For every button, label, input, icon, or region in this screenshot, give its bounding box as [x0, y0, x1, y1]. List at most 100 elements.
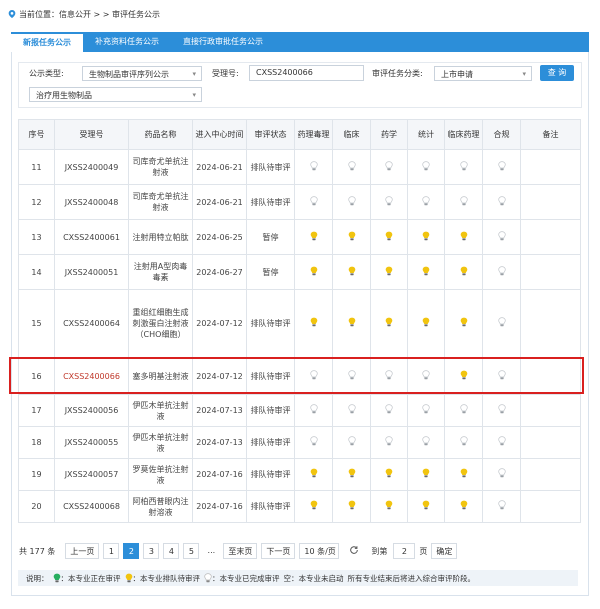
- drug-name-cell: 塞多明基注射液: [128, 357, 193, 395]
- grey-lamp-icon: [385, 195, 393, 205]
- grey-lamp-icon: [497, 436, 506, 446]
- remark-cell: [520, 458, 581, 491]
- prev-page-button[interactable]: 上一页: [65, 543, 100, 559]
- table-row[interactable]: 20 CXSS2400068 阿柏西普眼内注射溶液 2024-07-16 排队待审评: [18, 490, 581, 523]
- grey-lamp-icon: [309, 436, 318, 446]
- grey-lamp-icon: [347, 436, 356, 446]
- clinical-lamp-cell: [332, 149, 371, 185]
- drug-name-cell: 注射用特立帕肽: [128, 219, 193, 255]
- clinical-lamp-cell: [332, 289, 371, 358]
- page-number-button[interactable]: 1: [103, 543, 120, 559]
- yellow-lamp-icon: [310, 317, 317, 327]
- no-cell: 12: [18, 184, 55, 220]
- status-cell: 排队待审评: [246, 458, 295, 491]
- column-header: 药品名称: [128, 119, 193, 150]
- column-header: 临床: [332, 119, 371, 150]
- entry-date-cell: 2024-07-12: [192, 289, 247, 358]
- yellow-lamp-icon: [460, 370, 467, 379]
- yellow-lamp-icon: [125, 573, 132, 583]
- pharm-lamp-cell: [294, 254, 333, 290]
- remark-cell: [520, 289, 581, 358]
- table-header-row: 序号 受理号 药品名称 进入中心时间 审评状态 药理毒理 临床 药学 统计 临床药理 合规 备注: [18, 119, 581, 150]
- grey-lamp-icon: [347, 160, 356, 170]
- grey-lamp-icon: [385, 404, 393, 414]
- status-cell: 暂停: [246, 219, 295, 255]
- chem-lamp-cell: [370, 357, 408, 395]
- accept-number-cell: CXSS2400068: [54, 490, 129, 523]
- subtype-select[interactable]: 治疗用生物制品 ▾: [29, 87, 202, 102]
- subtype-select-value: 治疗用生物制品: [36, 91, 92, 100]
- drug-name-cell: 司库奇尤单抗注射液: [128, 184, 193, 220]
- clinpharm-lamp-cell: [444, 289, 483, 358]
- tab-supplement-tasks[interactable]: 补充资料任务公示: [83, 32, 171, 52]
- type-label: 公示类型:: [29, 69, 64, 78]
- clinpharm-lamp-cell: [444, 394, 483, 427]
- next-page-button[interactable]: 下一页: [261, 543, 296, 559]
- tab-new-tasks[interactable]: 新报任务公示: [11, 32, 83, 52]
- table-row[interactable]: 14 JXSS2400051 注射用A型肉毒毒素 2024-06-27 暂停: [18, 254, 581, 290]
- type-select[interactable]: 生物制品审评序列公示 ▾: [82, 66, 202, 81]
- yellow-lamp-icon: [385, 500, 393, 510]
- table-row[interactable]: 19 JXSS2400057 罗莫佐单抗注射液 2024-07-16 排队待审评: [18, 458, 581, 491]
- grey-lamp-icon: [497, 265, 506, 275]
- chem-lamp-cell: [370, 394, 408, 427]
- grey-lamp-icon: [309, 369, 318, 379]
- table-row[interactable]: 16 CXSS2400066 塞多明基注射液 2024-07-12 排队待审评: [18, 357, 581, 395]
- category-select-value: 上市申请: [441, 70, 473, 79]
- entry-date-cell: 2024-06-25: [192, 219, 247, 255]
- grey-lamp-icon: [309, 195, 318, 205]
- table-row[interactable]: 12 JXSS2400048 司库奇尤单抗注射液 2024-06-21 排队待审评: [18, 184, 581, 220]
- tab-direct-approval-tasks[interactable]: 直接行政审批任务公示: [171, 32, 275, 52]
- per-page-select[interactable]: 10 条/页: [299, 543, 340, 559]
- entry-date-cell: 2024-07-13: [192, 394, 247, 427]
- table-row[interactable]: 13 CXSS2400061 注射用特立帕肽 2024-06-25 暂停: [18, 219, 581, 255]
- chevron-down-icon: ▾: [522, 70, 526, 78]
- goto-page-input[interactable]: 2: [393, 543, 416, 559]
- pharm-lamp-cell: [294, 394, 333, 427]
- yellow-lamp-icon: [385, 266, 393, 275]
- column-header: 药理毒理: [294, 119, 333, 150]
- column-header: 备注: [520, 119, 581, 150]
- pharm-lamp-cell: [294, 490, 333, 523]
- confirm-button[interactable]: 确定: [431, 543, 458, 559]
- last-page-button[interactable]: 至末页: [223, 543, 258, 559]
- chem-lamp-cell: [370, 219, 408, 255]
- table-row[interactable]: 11 JXSS2400049 司库奇尤单抗注射液 2024-06-21 排队待审评: [18, 149, 581, 185]
- page-number-button[interactable]: 5: [183, 543, 200, 559]
- query-button[interactable]: 查 询: [540, 65, 574, 81]
- breadcrumb: 当前位置：信息公开 > > 审评任务公示: [8, 7, 160, 21]
- entry-date-cell: 2024-07-16: [192, 458, 247, 491]
- page-number-button[interactable]: 2: [123, 543, 140, 559]
- table-row[interactable]: 18 JXSS2400055 伊匹木单抗注射液 2024-07-13 排队待审评: [18, 426, 581, 459]
- no-cell: 17: [18, 394, 55, 427]
- grey-lamp-icon: [385, 160, 393, 170]
- pharm-lamp-cell: [294, 149, 333, 185]
- page-number-button[interactable]: 3: [143, 543, 160, 559]
- category-select[interactable]: 上市申请 ▾: [434, 66, 532, 81]
- remark-cell: [520, 394, 581, 427]
- task-table: 序号 受理号 药品名称 进入中心时间 审评状态 药理毒理 临床 药学 统计 临床药理 合规 备注 11…: [18, 119, 581, 523]
- pharm-lamp-cell: [294, 426, 333, 459]
- status-cell: 排队待审评: [246, 490, 295, 523]
- yellow-lamp-icon: [422, 317, 430, 327]
- column-header: 药学: [370, 119, 408, 150]
- yellow-lamp-icon: [422, 500, 430, 510]
- accept-label: 受理号:: [212, 69, 239, 78]
- column-header: 序号: [18, 119, 55, 150]
- accept-number-input[interactable]: CXSS2400066: [249, 65, 364, 81]
- remark-cell: [520, 219, 581, 255]
- grey-lamp-icon: [497, 369, 506, 379]
- clinical-lamp-cell: [332, 394, 371, 427]
- accept-number-cell: CXSS2400066: [54, 357, 129, 395]
- grey-lamp-icon: [347, 404, 356, 414]
- entry-date-cell: 2024-06-21: [192, 149, 247, 185]
- status-cell: 暂停: [246, 254, 295, 290]
- table-row[interactable]: 15 CXSS2400064 重组红细胞生成刺激蛋白注射液（CHO细胞） 2024-0…: [18, 289, 581, 358]
- accept-number-cell: JXSS2400057: [54, 458, 129, 491]
- compliance-lamp-cell: [482, 149, 521, 185]
- refresh-icon[interactable]: [349, 545, 359, 557]
- yellow-lamp-icon: [310, 500, 317, 510]
- remark-cell: [520, 254, 581, 290]
- page-number-button[interactable]: 4: [163, 543, 180, 559]
- table-row[interactable]: 17 JXSS2400056 伊匹木单抗注射液 2024-07-13 排队待审评: [18, 394, 581, 427]
